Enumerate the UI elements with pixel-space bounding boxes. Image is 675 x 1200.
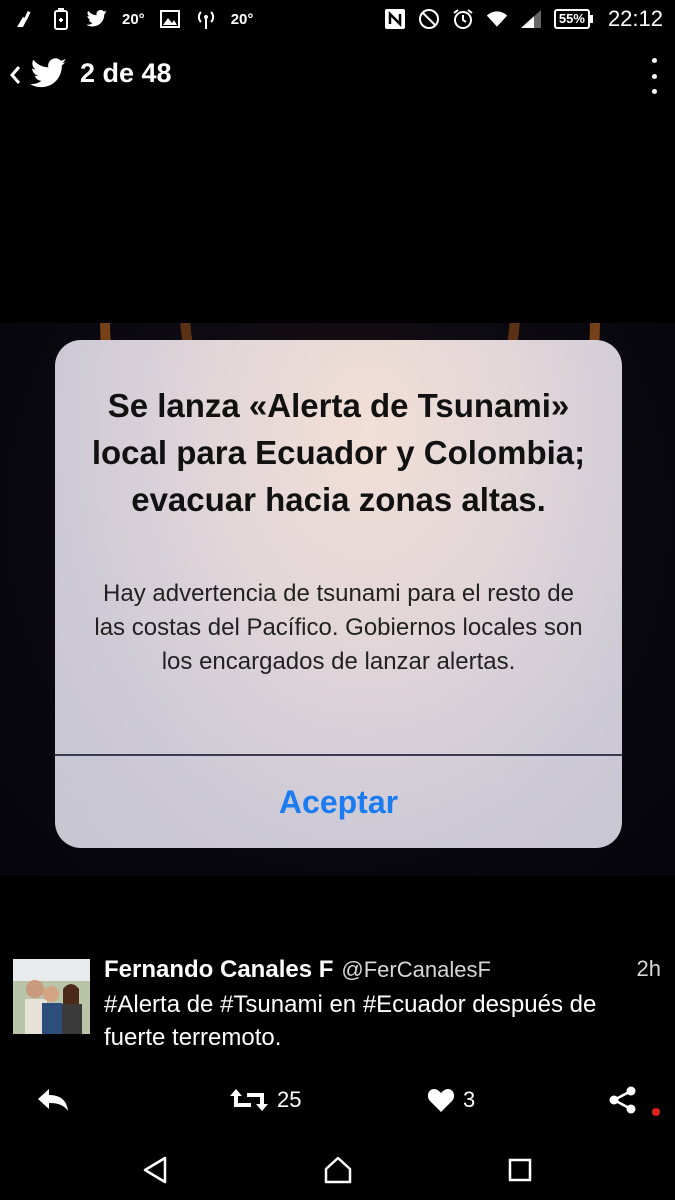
twitter-icon [86, 8, 108, 30]
author-handle[interactable]: @FerCanalesF [341, 957, 491, 983]
triangle-back-icon [143, 1156, 167, 1184]
square-recents-icon [508, 1158, 532, 1182]
dot [651, 73, 657, 79]
home-icon [324, 1156, 352, 1184]
hotspot-icon [195, 8, 217, 30]
like-button[interactable]: 3 [427, 1080, 475, 1120]
heart-icon [427, 1089, 455, 1112]
battery-saver-icon [50, 8, 72, 30]
nav-home-button[interactable] [318, 1152, 358, 1188]
wifi-icon [486, 8, 508, 30]
reply-button[interactable] [36, 1080, 70, 1120]
back-button[interactable] [6, 60, 24, 90]
image-counter: 2 de 48 [80, 58, 172, 88]
share-button[interactable] [608, 1080, 638, 1120]
temperature-label: 20° [122, 10, 145, 28]
share-icon [609, 1086, 636, 1114]
tweet-text: #Alerta de #Tsunami en #Ecuador después … [104, 991, 597, 1051]
nav-back-button[interactable] [135, 1152, 175, 1188]
more-options-button[interactable] [647, 58, 661, 94]
signal-icon [520, 8, 542, 30]
accept-button[interactable]: Aceptar [55, 756, 622, 848]
like-count: 3 [463, 1087, 476, 1112]
cleaner-icon [14, 8, 36, 30]
clock: 22:12 [607, 6, 663, 31]
app-header: 2 de 48 [0, 46, 675, 104]
status-bar: 20° 20° 55% 22:12 [0, 0, 675, 38]
dot [651, 58, 657, 63]
notification-dot [652, 1108, 660, 1116]
image-icon [159, 8, 181, 30]
avatar[interactable] [13, 959, 90, 1034]
reply-icon [38, 1089, 68, 1111]
alert-message: Hay advertencia de tsunami para el resto… [94, 580, 583, 675]
tweet-media-image[interactable]: Se lanza «Alerta de Tsunami» local para … [0, 323, 675, 876]
alert-dialog: Se lanza «Alerta de Tsunami» local para … [55, 340, 622, 848]
retweet-button[interactable]: 25 [229, 1080, 301, 1120]
retweet-icon [230, 1089, 268, 1111]
tweet-timestamp: 2h [636, 956, 661, 981]
nfc-icon [384, 8, 406, 30]
battery-indicator: 55% [553, 9, 593, 29]
temperature-label: 20° [230, 10, 254, 28]
system-nav-bar [0, 1140, 675, 1200]
alert-title: Se lanza «Alerta de Tsunami» local para … [91, 387, 586, 518]
tweet-header: Fernando Canales F @FerCanalesF 2h [104, 956, 661, 986]
status-bar-left: 20° 20° [14, 6, 253, 32]
retweet-count: 25 [277, 1087, 302, 1112]
tweet[interactable]: Fernando Canales F @FerCanalesF 2h #Aler… [0, 950, 675, 1060]
nav-recents-button[interactable] [500, 1152, 540, 1188]
chevron-left-icon [10, 66, 21, 84]
twitter-logo-icon [30, 58, 68, 90]
status-bar-right: 55% 22:12 [384, 6, 663, 32]
dot [651, 89, 657, 94]
alarm-icon [452, 8, 474, 30]
author-name[interactable]: Fernando Canales F [104, 956, 333, 984]
do-not-disturb-icon [418, 8, 440, 30]
tweet-actions: 25 3 [0, 1072, 675, 1128]
